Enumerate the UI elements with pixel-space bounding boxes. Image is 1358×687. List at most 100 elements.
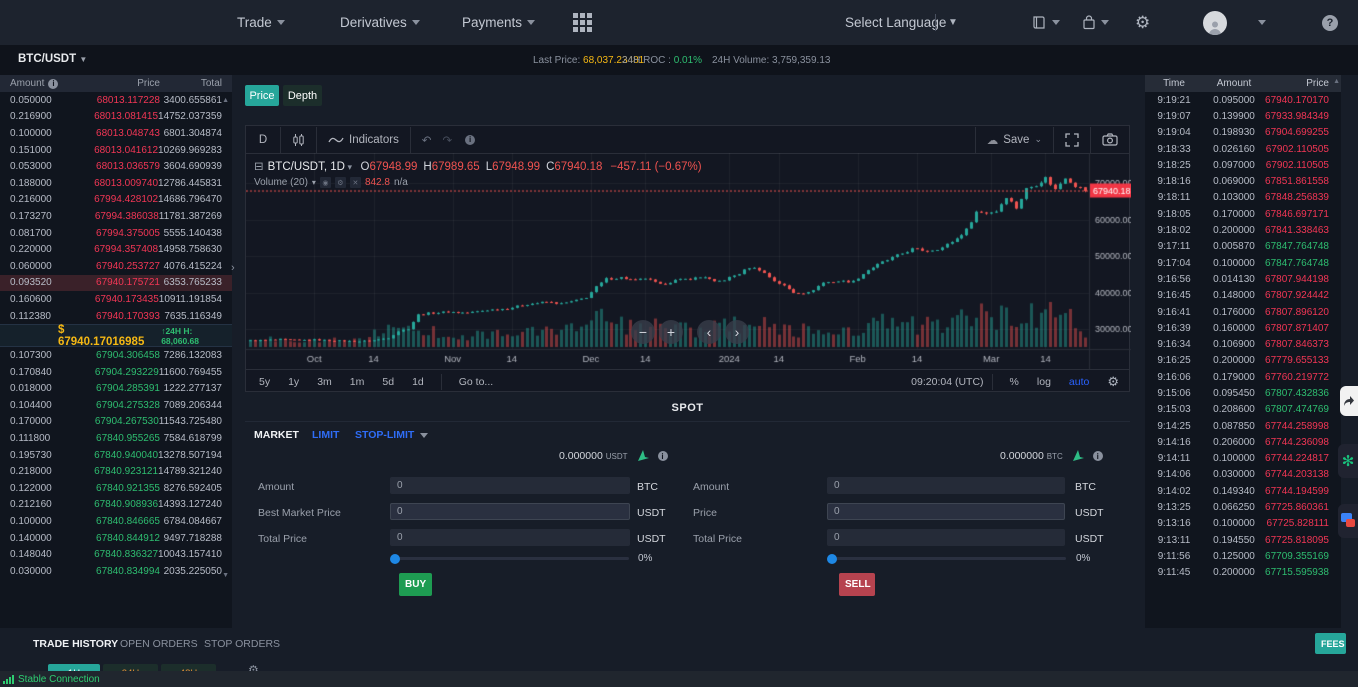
scroll-up-arrow[interactable]: ▲ [222, 97, 229, 104]
orderbook-row[interactable]: 0.12200067840.9213558276.592405 [0, 480, 232, 497]
candle-style-button[interactable] [281, 126, 316, 153]
orderbook-row[interactable]: 0.08170067994.3750055555.140438 [0, 225, 232, 242]
orderbook-row[interactable]: 0.10440067904.2753287089.206344 [0, 397, 232, 414]
buy-amount-slider[interactable] [391, 557, 629, 560]
trade-row[interactable]: 9:13:110.19455067725.818095 [1145, 532, 1341, 548]
gear-icon[interactable]: ⚙ [335, 177, 346, 188]
trade-row[interactable]: 9:14:020.14934067744.194599 [1145, 483, 1341, 499]
orderbook-row[interactable]: 0.17000067904.26753011543.725480 [0, 414, 232, 431]
trade-row[interactable]: 9:17:110.00587067847.764748 [1145, 239, 1341, 255]
trade-row[interactable]: 9:17:040.10000067847.764748 [1145, 255, 1341, 271]
trade-row[interactable]: 9:11:450.20000067715.595938 [1145, 565, 1341, 581]
trade-row[interactable]: 9:18:160.06900067851.861558 [1145, 173, 1341, 189]
range-1d[interactable]: 1d [403, 376, 433, 388]
last-price-bar[interactable]: $ 67940.17016985 ↑24H H: 68,060.68 [0, 324, 232, 347]
trade-row[interactable]: 9:14:250.08785067744.258998 [1145, 418, 1341, 434]
chat-widget[interactable] [1338, 504, 1358, 538]
orderbook-row[interactable]: 0.10000067840.8466656784.084667 [0, 513, 232, 530]
trade-row[interactable]: 9:16:410.17600067807.896120 [1145, 304, 1341, 320]
scroll-right-button[interactable]: › [725, 320, 749, 344]
zoom-out-button[interactable]: − [631, 320, 655, 344]
volume-legend[interactable]: Volume (20)▾ ◉ ⚙ ✕ 842.8 n/a [254, 177, 702, 188]
eye-icon[interactable]: ◉ [320, 177, 331, 188]
trade-row[interactable]: 9:18:110.10300067848.256839 [1145, 190, 1341, 206]
buy-amount-input[interactable] [390, 477, 630, 494]
orderbook-row[interactable]: 0.10000068013.0487436801.304874 [0, 125, 232, 142]
range-3m[interactable]: 3m [308, 376, 341, 388]
trade-row[interactable]: 9:16:390.16000067807.871407 [1145, 320, 1341, 336]
fullscreen-button[interactable] [1054, 126, 1090, 153]
collapse-orderbook-handle[interactable]: › [231, 258, 241, 278]
trade-row[interactable]: 9:16:450.14800067807.924442 [1145, 288, 1341, 304]
wallet-menu[interactable] [1082, 0, 1109, 45]
scroll-left-button[interactable]: ‹ [697, 320, 721, 344]
order-type-dropdown[interactable] [420, 429, 428, 441]
trade-row[interactable]: 9:13:250.06625067725.860361 [1145, 499, 1341, 515]
trade-row[interactable]: 9:18:250.09700067902.110505 [1145, 157, 1341, 173]
nav-trade[interactable]: Trade [237, 0, 285, 45]
info-icon[interactable]: i [48, 79, 58, 89]
trade-row[interactable]: 9:11:560.12500067709.355169 [1145, 548, 1341, 564]
chart-info-button[interactable]: i [463, 126, 486, 153]
orderbook-row[interactable]: 0.11238067940.1703937635.116349 [0, 308, 232, 325]
auto-scale-button[interactable]: auto [1060, 376, 1098, 388]
orderbook-row[interactable]: 0.03000067840.8349942035.225050 [0, 563, 232, 580]
orderbook-row[interactable]: 0.09352067940.1757216353.765233 [0, 275, 232, 292]
scroll-up-arrow[interactable]: ▲ [1333, 78, 1340, 85]
scroll-down-arrow[interactable]: ▼ [222, 572, 229, 579]
orderbook-row[interactable]: 0.21216067840.90893614393.127240 [0, 497, 232, 514]
orderbook-row[interactable]: 0.14000067840.8449129497.718288 [0, 530, 232, 547]
apps-grid-button[interactable] [573, 0, 592, 45]
trade-row[interactable]: 9:18:330.02616067902.110505 [1145, 141, 1341, 157]
orderbook-row[interactable]: 0.05000068013.1172283400.655861 [0, 92, 232, 109]
collapse-legend-icon[interactable]: ⊟ [254, 161, 264, 173]
interval-button[interactable]: D [246, 126, 280, 153]
buy-total-input[interactable] [390, 529, 630, 546]
ohlc-legend[interactable]: ⊟BTC/USDT, 1D ▾ O67948.99H67989.65L67948… [254, 159, 702, 173]
redo-button[interactable]: ↷ [443, 126, 464, 153]
orderbook-row[interactable]: 0.17327067994.38603811781.387269 [0, 208, 232, 225]
tab-trade-history[interactable]: TRADE HISTORY [33, 638, 118, 650]
buy-price-input[interactable] [390, 503, 630, 520]
info-icon[interactable]: i [658, 451, 668, 461]
range-1y[interactable]: 1y [279, 376, 308, 388]
orderbook-row[interactable]: 0.16060067940.17343510911.191854 [0, 291, 232, 308]
trade-row[interactable]: 9:14:160.20600067744.236098 [1145, 434, 1341, 450]
range-5y[interactable]: 5y [246, 376, 279, 388]
save-layout-button[interactable]: ☁ Save ⌄ [976, 126, 1053, 153]
share-widget[interactable] [1340, 386, 1358, 416]
assistant-widget[interactable]: ✻ [1338, 444, 1358, 478]
tab-limit[interactable]: LIMIT [312, 429, 339, 441]
range-5d[interactable]: 5d [373, 376, 403, 388]
tab-stop-limit[interactable]: STOP-LIMIT [355, 429, 414, 441]
language-dropdown[interactable]: ▼ [948, 0, 958, 45]
sell-total-input[interactable] [827, 529, 1065, 546]
trade-row[interactable]: 9:14:060.03000067744.203138 [1145, 467, 1341, 483]
account-dropdown[interactable] [1258, 0, 1266, 45]
trade-row[interactable]: 9:13:160.10000067725.828111 [1145, 516, 1341, 532]
orderbook-row[interactable]: 0.01800067904.2853911222.277137 [0, 381, 232, 398]
goto-button[interactable]: Go to... [450, 376, 502, 388]
trade-row[interactable]: 9:16:060.17900067760.219772 [1145, 369, 1341, 385]
trade-row[interactable]: 9:15:060.09545067807.432836 [1145, 385, 1341, 401]
buy-button[interactable]: BUY [399, 573, 432, 596]
pair-selector[interactable]: BTC/USDT ▼ [18, 53, 87, 65]
chart-clock[interactable]: 09:20:04 (UTC) [911, 376, 983, 388]
fees-button[interactable]: FEES [1315, 633, 1346, 654]
info-icon[interactable]: i [1093, 451, 1103, 461]
close-icon[interactable]: ✕ [350, 177, 361, 188]
account-avatar[interactable] [1203, 0, 1227, 45]
axis-settings-gear-icon[interactable]: ⚙ [1098, 374, 1129, 390]
zoom-in-button[interactable]: + [659, 320, 683, 344]
sell-button[interactable]: SELL [839, 573, 875, 596]
orderbook-row[interactable]: 0.17084067904.29322911600.769455 [0, 364, 232, 381]
tab-depth[interactable]: Depth [283, 85, 322, 106]
orders-menu[interactable] [1032, 0, 1060, 45]
snapshot-button[interactable] [1091, 126, 1129, 153]
trade-row[interactable]: 9:16:340.10690067807.846373 [1145, 336, 1341, 352]
sell-amount-slider[interactable] [828, 557, 1066, 560]
orderbook-row[interactable]: 0.18800068013.00974012786.445831 [0, 175, 232, 192]
orderbook-row[interactable]: 0.11180067840.9552657584.618799 [0, 430, 232, 447]
nav-derivatives[interactable]: Derivatives [340, 0, 420, 45]
trade-row[interactable]: 9:15:030.20860067807.474769 [1145, 402, 1341, 418]
